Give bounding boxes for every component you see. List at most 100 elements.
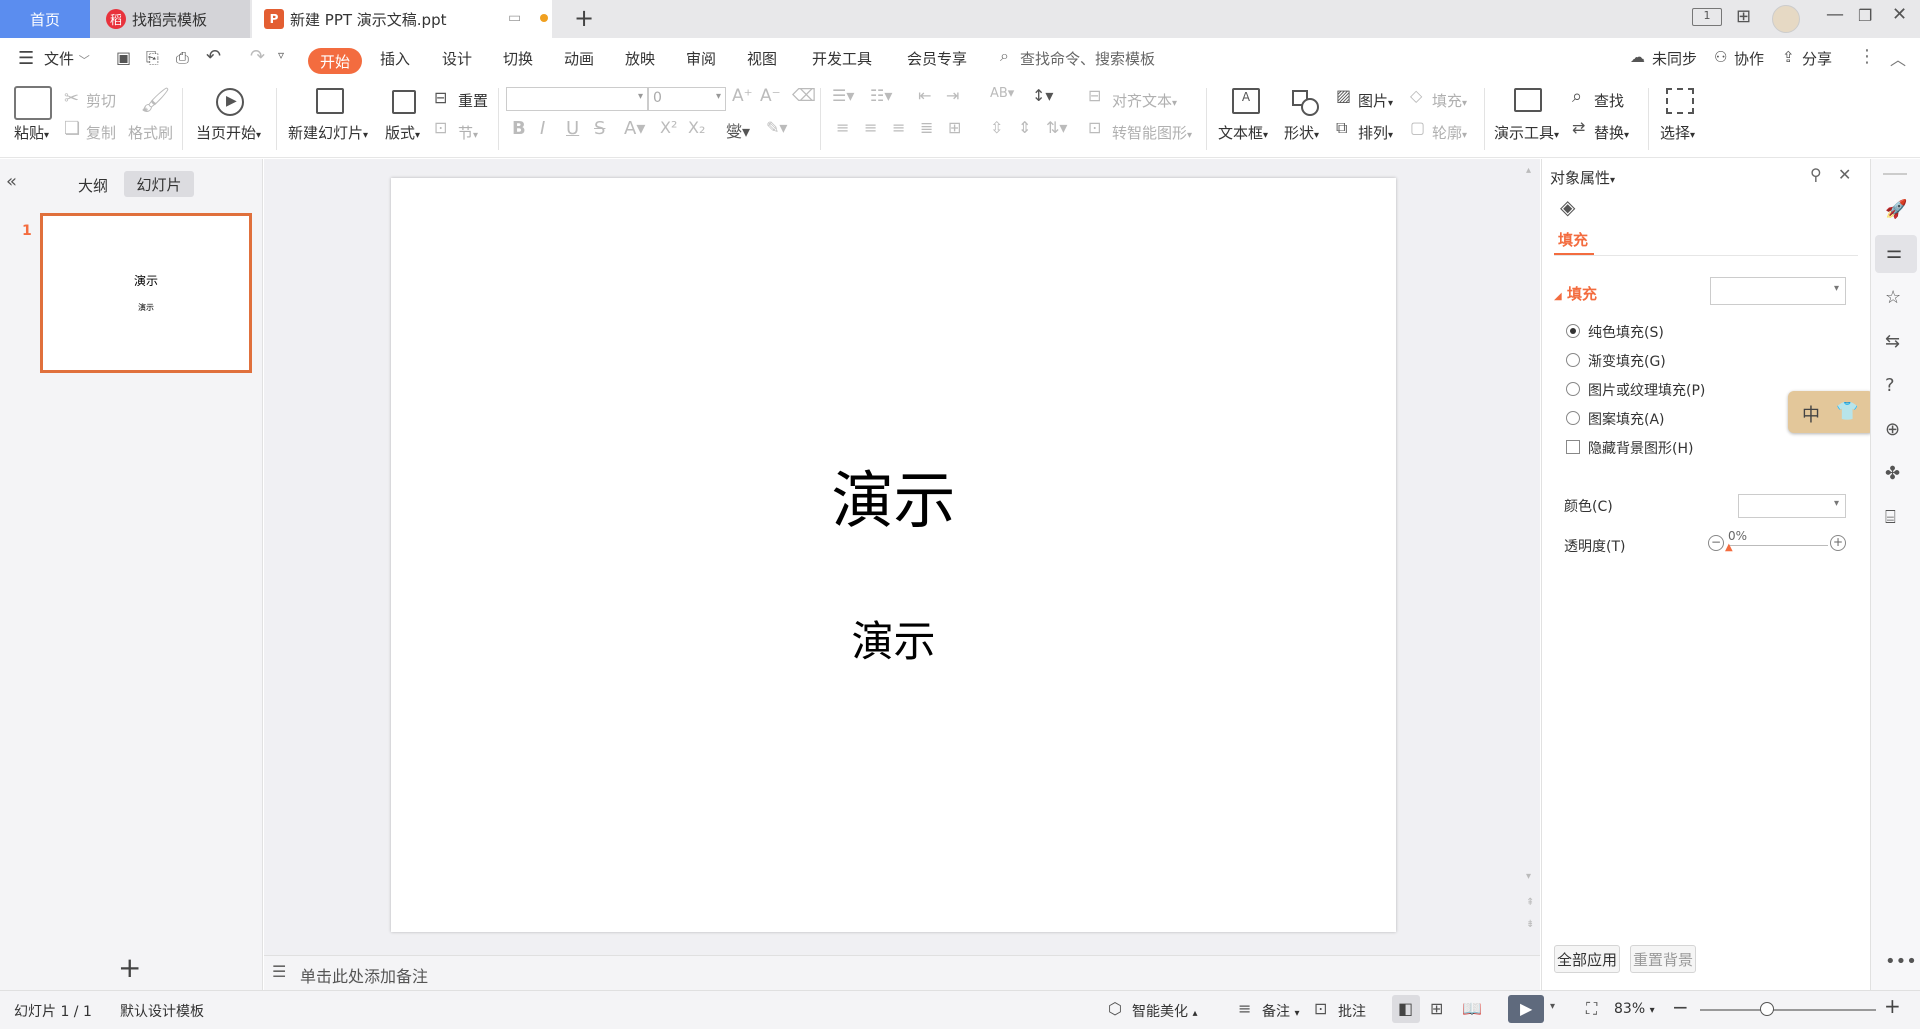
hide-background-label[interactable]: 隐藏背景图形(H) [1588, 438, 1693, 458]
beautify-button[interactable]: 智能美化 ▴ [1132, 1001, 1197, 1021]
paragraph-spacing-icon[interactable]: ⇕ [1018, 118, 1031, 137]
more-vertical-icon[interactable]: ⋮ [1858, 46, 1876, 67]
clear-format-icon[interactable]: ⌫ [792, 86, 816, 106]
line-spacing-icon[interactable]: ⇳ [990, 118, 1003, 137]
shape-button[interactable]: 形状▾ [1284, 122, 1319, 143]
zoom-out-icon[interactable]: − [1672, 995, 1689, 1019]
subscript-icon[interactable]: X₂ [688, 118, 705, 137]
gradient-fill-label[interactable]: 渐变填充(G) [1588, 351, 1666, 371]
pattern-fill-radio[interactable] [1566, 411, 1580, 425]
decrease-font-icon[interactable]: A⁻ [760, 86, 781, 106]
menu-slideshow[interactable]: 放映 [625, 48, 655, 69]
add-slide-button[interactable]: + [118, 951, 141, 984]
hamburger-icon[interactable]: ☰ [18, 48, 34, 69]
tab-slides[interactable]: 幻灯片 [124, 171, 194, 197]
close-panel-icon[interactable]: ✕ [1838, 165, 1851, 184]
bold-icon[interactable]: B [512, 118, 526, 139]
command-search[interactable]: 查找命令、搜索模板 [1020, 48, 1155, 69]
transparency-slider-handle[interactable]: ▲ [1725, 542, 1733, 553]
new-slide-button[interactable]: 新建幻灯片▾ [288, 122, 368, 143]
font-color-icon[interactable]: A▾ [624, 118, 645, 139]
menu-file[interactable]: 文件 ﹀ [44, 48, 90, 69]
underline-icon[interactable]: U [566, 118, 579, 139]
superscript-icon[interactable]: X² [660, 118, 677, 137]
play-from-current-button[interactable]: 当页开始▾ [196, 122, 261, 143]
play-slideshow-button[interactable]: ▶ [1508, 995, 1544, 1023]
star-icon[interactable]: ☆ [1885, 287, 1901, 308]
slides-transfer-icon[interactable]: ⇆ [1885, 331, 1900, 352]
notes-toggle-button[interactable]: 备注 ▾ [1262, 1001, 1299, 1021]
gradient-fill-radio[interactable] [1566, 353, 1580, 367]
justify-icon[interactable]: ≣ [920, 118, 933, 137]
replace-icon[interactable]: ⇄ [1572, 118, 1585, 137]
menu-animation[interactable]: 动画 [564, 48, 594, 69]
section-icon[interactable]: ⊡ [434, 118, 447, 137]
menu-design[interactable]: 设计 [442, 48, 472, 69]
collapse-ribbon-icon[interactable]: ︿ [1890, 46, 1906, 70]
align-left-icon[interactable]: ≡ [836, 118, 849, 137]
slide-title[interactable]: 演示 [391, 450, 1396, 540]
italic-icon[interactable]: I [540, 118, 545, 139]
color-select[interactable]: ▾ [1738, 494, 1846, 518]
arrange-button[interactable]: 排列▾ [1358, 122, 1393, 143]
format-painter-button[interactable]: 格式刷 [128, 122, 173, 143]
menu-member[interactable]: 会员专享 [907, 48, 967, 69]
sorter-view-icon[interactable]: ⊞ [1430, 999, 1443, 1018]
layout-switch-icon[interactable]: 1 [1692, 8, 1722, 26]
restore-icon[interactable]: ❐ [1858, 6, 1872, 25]
undo-icon[interactable]: ↶ [206, 46, 221, 67]
transparency-slider[interactable] [1728, 545, 1828, 546]
collaborate-button[interactable]: 协作 [1734, 48, 1764, 69]
zoom-slider-handle[interactable] [1760, 1002, 1774, 1016]
text-direction-icon[interactable]: AB▾ [990, 86, 1014, 101]
fill-type-select[interactable]: ▾ [1710, 277, 1846, 305]
solid-fill-label[interactable]: 纯色填充(S) [1588, 322, 1664, 342]
layout-button[interactable]: 版式▾ [385, 122, 420, 143]
notes-placeholder[interactable]: 单击此处添加备注 [300, 963, 428, 987]
paste-icon[interactable] [14, 86, 52, 120]
copy-button[interactable]: 复制 [86, 122, 116, 143]
replace-button[interactable]: 替换▾ [1594, 122, 1629, 143]
pattern-fill-label[interactable]: 图案填充(A) [1588, 409, 1665, 429]
fill-button[interactable]: 填充▾ [1432, 90, 1467, 111]
align-center-icon[interactable]: ≡ [864, 118, 877, 137]
solid-fill-radio[interactable] [1566, 324, 1580, 338]
select-button[interactable]: 选择▾ [1660, 122, 1695, 143]
strikethrough-icon[interactable]: S [594, 118, 605, 139]
fill-icon[interactable]: ◇ [1410, 86, 1422, 105]
highlight-icon[interactable]: ✎▾ [766, 118, 787, 137]
zoom-level[interactable]: 83% ▾ [1614, 1001, 1655, 1017]
book-search-icon[interactable]: ⌸ [1885, 507, 1896, 528]
copy-icon[interactable]: ❏ [64, 118, 80, 139]
new-tab-button[interactable]: + [574, 4, 594, 32]
ime-toolbar[interactable]: 中 👕 [1788, 391, 1874, 433]
textbox-icon[interactable]: A [1232, 88, 1260, 114]
sort-icon[interactable]: ↕▾ [1032, 86, 1053, 105]
find-icon[interactable]: ⌕ [1572, 86, 1582, 107]
present-tools-icon[interactable] [1514, 88, 1542, 112]
menu-home[interactable]: 开始 [308, 48, 362, 74]
reading-view-icon[interactable]: 📖 [1462, 999, 1482, 1018]
play-options-icon[interactable]: ▾ [1550, 1001, 1555, 1012]
format-painter-icon[interactable]: 🖌 [140, 86, 170, 114]
bullet-list-icon[interactable]: ☰▾ [832, 86, 854, 105]
vertical-scrollbar[interactable]: ▴ ▾ ⇞ ⇟ [1520, 159, 1540, 955]
drag-handle[interactable] [1883, 173, 1907, 175]
reset-button[interactable]: 重置 [458, 90, 488, 111]
present-tools-button[interactable]: 演示工具▾ [1494, 122, 1559, 143]
close-window-icon[interactable]: ✕ [1892, 4, 1907, 25]
properties-sidebar-button[interactable]: ⚌ [1875, 235, 1917, 273]
numbered-list-icon[interactable]: ☷▾ [870, 86, 892, 105]
tab-home[interactable]: 首页 [0, 0, 90, 38]
fit-window-icon[interactable]: ⛶ [1586, 999, 1597, 1019]
picture-button[interactable]: 图片▾ [1358, 90, 1393, 111]
textbox-button[interactable]: 文本框▾ [1218, 122, 1268, 143]
collapse-panel-icon[interactable]: « [6, 171, 17, 192]
share-button[interactable]: 分享 [1802, 48, 1832, 69]
outline-icon[interactable]: ▢ [1410, 118, 1425, 137]
tab-fill[interactable]: 填充 [1558, 229, 1588, 250]
reset-background-button[interactable]: 重置背景 [1630, 945, 1696, 973]
slide-subtitle[interactable]: 演示 [391, 608, 1396, 669]
select-icon[interactable] [1666, 88, 1694, 114]
sync-button[interactable]: 未同步 [1652, 48, 1697, 69]
